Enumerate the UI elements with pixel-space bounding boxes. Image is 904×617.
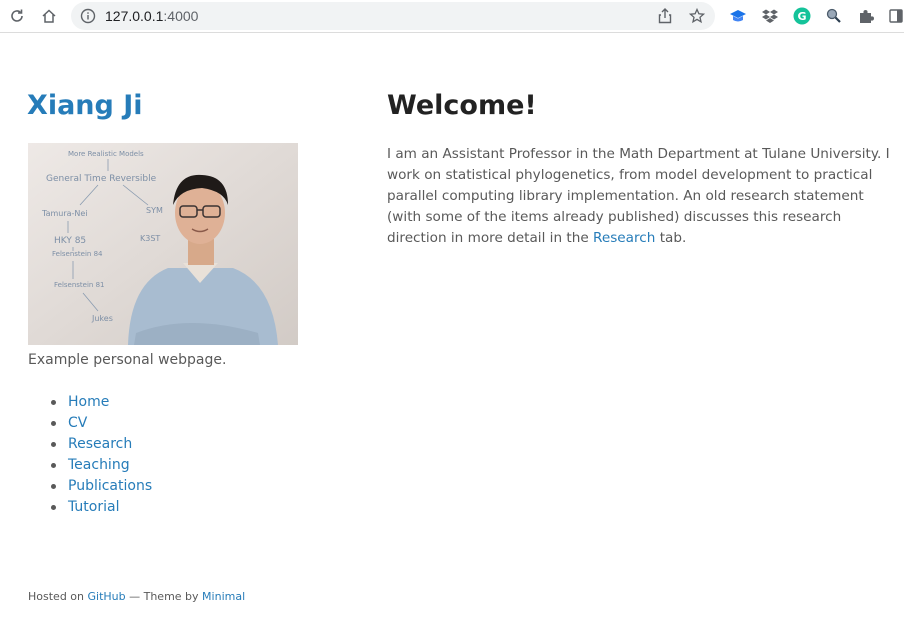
site-title[interactable]: Xiang Ji	[27, 90, 143, 121]
extensions-puzzle-icon[interactable]	[856, 6, 876, 26]
dropbox-icon[interactable]	[760, 6, 780, 26]
extension-search-icon[interactable]	[824, 6, 844, 26]
info-icon[interactable]	[80, 8, 96, 28]
board-text: K3ST	[140, 234, 160, 243]
extension-graduation-icon[interactable]	[728, 6, 748, 26]
nav-item-research: Research	[28, 434, 152, 455]
nav-item-home: Home	[28, 392, 152, 413]
bullet-icon	[51, 484, 56, 489]
footer: Hosted on GitHub — Theme by Minimal	[28, 590, 245, 603]
page-heading: Welcome!	[387, 90, 537, 121]
profile-photo: More Realistic Models General Time Rever…	[28, 143, 298, 345]
board-text: Tamura-Nei	[41, 209, 88, 218]
nav-item-cv: CV	[28, 413, 152, 434]
footer-prefix: Hosted on	[28, 590, 88, 603]
url-port: :4000	[163, 8, 199, 24]
bullet-icon	[51, 505, 56, 510]
grammarly-icon[interactable]: G	[792, 6, 812, 26]
board-text: Jukes	[91, 314, 113, 323]
welcome-text-end: tab.	[655, 230, 687, 246]
sidebar-nav: Home CV Research Teaching Publications T…	[28, 392, 152, 518]
bullet-icon	[51, 463, 56, 468]
board-text: HKY 85	[54, 236, 86, 246]
nav-link-research[interactable]: Research	[68, 436, 132, 452]
research-link[interactable]: Research	[593, 230, 655, 246]
browser-toolbar: 127.0.0.1:4000 G	[0, 0, 904, 33]
theme-link[interactable]: Minimal	[202, 590, 245, 603]
bullet-icon	[51, 400, 56, 405]
board-text: SYM	[146, 206, 163, 215]
board-text: Felsenstein 81	[54, 281, 105, 289]
bullet-icon	[51, 442, 56, 447]
board-text: Felsenstein 84	[52, 250, 103, 258]
svg-text:G: G	[797, 10, 806, 23]
home-icon[interactable]	[38, 5, 60, 27]
board-text: General Time Reversible	[46, 174, 157, 184]
nav-item-tutorial: Tutorial	[28, 497, 152, 518]
bookmark-star-icon[interactable]	[688, 7, 706, 25]
reload-icon[interactable]	[6, 5, 28, 27]
bullet-icon	[51, 421, 56, 426]
nav-link-cv[interactable]: CV	[68, 415, 87, 431]
address-bar[interactable]: 127.0.0.1:4000	[71, 2, 715, 30]
nav-link-home[interactable]: Home	[68, 394, 109, 410]
nav-item-teaching: Teaching	[28, 455, 152, 476]
nav-link-publications[interactable]: Publications	[68, 478, 152, 494]
board-text: More Realistic Models	[68, 150, 144, 158]
url-host: 127.0.0.1	[105, 8, 164, 24]
nav-link-tutorial[interactable]: Tutorial	[68, 499, 119, 515]
welcome-paragraph: I am an Assistant Professor in the Math …	[387, 144, 892, 249]
share-icon[interactable]	[656, 7, 674, 25]
side-panel-icon[interactable]	[886, 6, 904, 26]
url-text: 127.0.0.1:4000	[105, 8, 198, 24]
photo-caption: Example personal webpage.	[28, 352, 227, 368]
nav-item-publications: Publications	[28, 476, 152, 497]
nav-link-teaching[interactable]: Teaching	[68, 457, 130, 473]
github-link[interactable]: GitHub	[88, 590, 126, 603]
footer-middle: — Theme by	[125, 590, 203, 603]
